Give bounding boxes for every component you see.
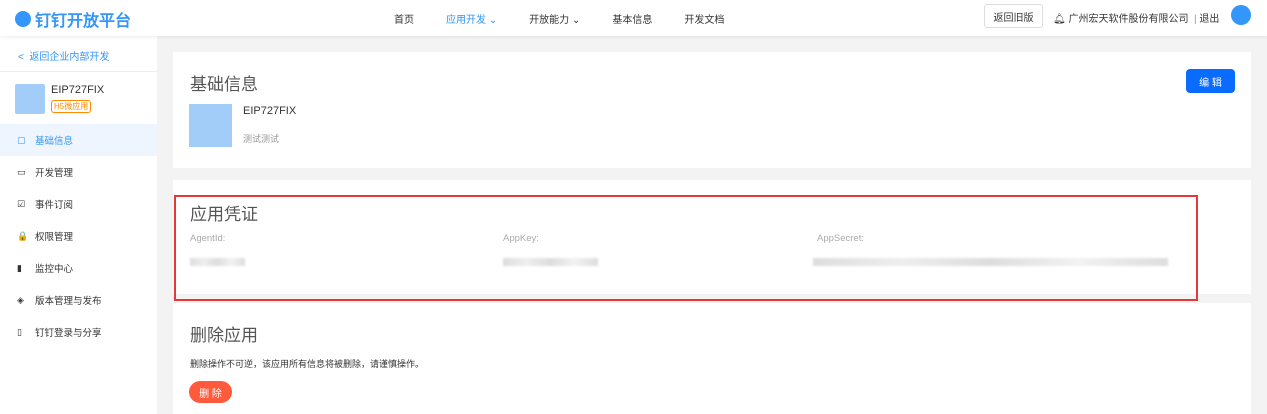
logout-link[interactable]: | 退出	[1194, 10, 1219, 25]
back-link[interactable]: < 返回企业内部开发	[0, 36, 157, 72]
menu-icon: ▯	[17, 326, 22, 337]
delete-warning: 删除操作不可逆，该应用所有信息将被删除，请谨慎操作。	[190, 359, 425, 369]
app-name: EIP727FIX	[51, 84, 105, 96]
sidebar-item[interactable]: ▭ 开发管理	[0, 156, 157, 188]
sidebar-item-label: 事件订阅	[35, 200, 74, 211]
delete-card: 删除应用 删除操作不可逆，该应用所有信息将被删除，请谨慎操作。 删 除	[173, 303, 1251, 414]
app-icon-large	[189, 104, 232, 147]
basic-info-title: 基础信息	[190, 75, 258, 94]
sidebar-item[interactable]: 🔒 权限管理	[0, 220, 157, 252]
bell-icon: 🔔︎	[1053, 14, 1069, 25]
nav-capabilities[interactable]: 开放能力 ⌄	[529, 11, 580, 26]
top-bar: 钉钉开放平台 首页 应用开发 ⌄ 开放能力 ⌄ 基本信息 开发文档 返回旧版 🔔…	[0, 0, 1267, 36]
logo-text: 钉钉开放平台	[35, 13, 132, 30]
nav-basic-info[interactable]: 基本信息	[612, 11, 652, 26]
basic-info-card: 基础信息 编 辑 EIP727FIX 测试测试	[173, 52, 1251, 168]
edit-button[interactable]: 编 辑	[1186, 69, 1235, 93]
highlight-box	[174, 195, 1198, 301]
sidebar-item[interactable]: ◈ 版本管理与发布	[0, 284, 157, 316]
menu-icon: ◈	[17, 294, 24, 305]
sidebar: < 返回企业内部开发 EIP727FIX H5微应用 ▢ 基础信息 ▭ 开发管理 ☑ 事件订…	[0, 36, 157, 414]
back-label: 返回企业内部开发	[29, 52, 110, 63]
sidebar-item-label: 版本管理与发布	[35, 296, 102, 307]
nav-docs[interactable]: 开发文档	[684, 11, 724, 26]
delete-button[interactable]: 删 除	[189, 381, 232, 403]
dingtalk-logo-icon	[15, 11, 31, 27]
sidebar-item-label: 监控中心	[35, 264, 74, 275]
sidebar-item-label: 基础信息	[35, 136, 74, 147]
delete-title: 删除应用	[190, 326, 258, 345]
avatar[interactable]	[1231, 5, 1251, 25]
nav-home[interactable]: 首页	[394, 11, 414, 26]
menu-icon: ▭	[17, 166, 26, 177]
logo[interactable]: 钉钉开放平台	[15, 7, 131, 31]
sidebar-item[interactable]: ☑ 事件订阅	[0, 188, 157, 220]
old-version-button[interactable]: 返回旧版	[984, 4, 1043, 28]
sidebar-item-label: 开发管理	[35, 168, 74, 179]
app-type-badge: H5微应用	[51, 100, 92, 113]
app-icon	[15, 84, 45, 114]
company-label: 广州宏天软件股份有限公司	[1068, 14, 1189, 25]
sidebar-item[interactable]: ▮ 监控中心	[0, 252, 157, 284]
app-description: 测试测试	[243, 134, 280, 144]
logout-label: 退出	[1199, 14, 1220, 25]
menu-icon: 🔒	[17, 230, 29, 241]
sidebar-item[interactable]: ▯ 钉钉登录与分享	[0, 316, 157, 348]
nav-app-dev[interactable]: 应用开发 ⌄	[446, 11, 497, 26]
sidebar-item-label: 权限管理	[35, 232, 74, 243]
sidebar-item[interactable]: ▢ 基础信息	[0, 124, 157, 156]
sidebar-item-label: 钉钉登录与分享	[35, 328, 102, 339]
main-nav: 首页 应用开发 ⌄ 开放能力 ⌄ 基本信息 开发文档	[394, 11, 756, 26]
menu-icon: ☑	[17, 198, 26, 209]
app-info: EIP727FIX H5微应用	[0, 72, 157, 124]
company-name[interactable]: 🔔︎ 广州宏天软件股份有限公司	[1053, 10, 1188, 25]
menu-icon: ▮	[17, 262, 22, 273]
menu-icon: ▢	[17, 134, 26, 145]
app-name: EIP727FIX	[243, 105, 297, 117]
